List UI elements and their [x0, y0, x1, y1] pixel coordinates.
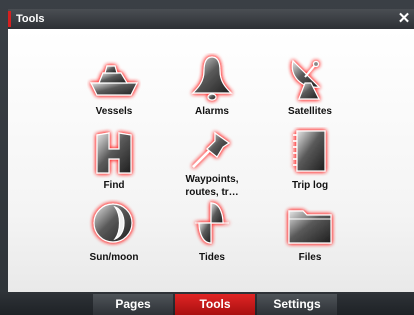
tool-label-line2: routes, tr…	[185, 187, 239, 198]
find-icon	[96, 132, 132, 174]
bottom-tabs: Pages Tools Settings	[93, 294, 339, 315]
tab-settings[interactable]: Settings	[257, 294, 337, 315]
notebook-icon	[293, 130, 326, 172]
bell-icon	[191, 56, 233, 101]
tool-waypoints[interactable]: Waypoints, routes, tr…	[172, 127, 252, 207]
tools-screen: Tools ✕ Vessels Alarms Satellites Find W…	[0, 0, 414, 315]
title-bar: Tools ✕	[8, 9, 414, 29]
tool-sun-moon[interactable]: Sun/moon	[74, 199, 154, 279]
tool-files[interactable]: Files	[270, 199, 350, 279]
tool-label: Files	[298, 252, 322, 263]
tool-label: Waypoints,	[185, 174, 239, 185]
tool-vessels[interactable]: Vessels	[74, 53, 154, 133]
tool-label: Find	[103, 180, 125, 191]
boat-icon	[90, 65, 138, 96]
wave-icon	[195, 202, 229, 244]
tool-label: Sun/moon	[89, 252, 139, 263]
tool-alarms[interactable]: Alarms	[172, 53, 252, 133]
tool-label: Trip log	[291, 180, 329, 191]
tool-label: Vessels	[95, 106, 133, 117]
tab-pages[interactable]: Pages	[93, 294, 173, 315]
close-button[interactable]: ✕	[396, 10, 412, 27]
window-title: Tools	[16, 13, 45, 25]
tab-tools[interactable]: Tools	[175, 294, 255, 315]
tool-label: Satellites	[288, 106, 332, 117]
sun-moon-icon	[93, 203, 133, 243]
tool-find[interactable]: Find	[74, 127, 154, 207]
title-accent-marker	[8, 11, 11, 27]
tool-label: Alarms	[195, 106, 229, 117]
pushpin-icon	[192, 131, 231, 168]
tool-tides[interactable]: Tides	[172, 199, 252, 279]
tools-panel: Vessels Alarms Satellites Find Waypoints…	[8, 29, 414, 292]
folder-icon	[288, 210, 332, 244]
tool-satellites[interactable]: Satellites	[270, 53, 350, 133]
tool-trip-log[interactable]: Trip log	[270, 127, 350, 207]
satellite-dish-icon	[291, 59, 321, 100]
tool-label: Tides	[199, 252, 225, 263]
